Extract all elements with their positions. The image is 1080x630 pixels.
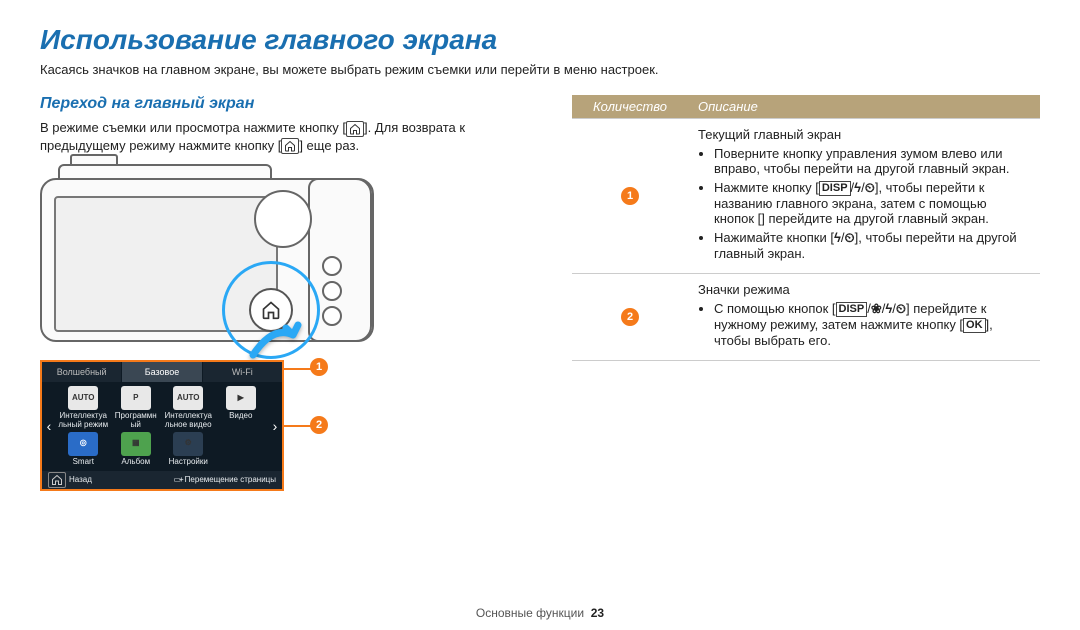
press-arrow-icon — [248, 320, 308, 360]
mode-item: ◎ Smart — [58, 432, 109, 467]
mode-label: Альбом — [121, 458, 150, 467]
tab-базовое: Базовое — [122, 362, 202, 382]
mode-label: Программн ый — [111, 412, 162, 430]
page-title: Использование главного экрана — [40, 24, 1040, 56]
key-icon: DISP — [836, 302, 868, 317]
move-page-label: Перемещение страницы — [185, 475, 276, 484]
mode-icon: AUTO — [68, 386, 98, 410]
section-body: В режиме съемки или просмотра нажмите кн… — [40, 119, 540, 154]
key-icon: ϟ — [885, 301, 892, 316]
callout-2: 2 — [310, 416, 328, 434]
key-icon: ϟ — [854, 180, 861, 195]
key-icon: ⏲ — [844, 230, 854, 246]
row-number-cell: 2 — [572, 274, 688, 361]
zoom-icon: ▭+ — [173, 475, 181, 484]
body-post: ] еще раз. — [299, 138, 359, 153]
description-table: Количество Описание 1 Текущий главный экр… — [572, 95, 1040, 361]
tab-wi-fi: Wi-Fi — [203, 362, 282, 382]
body-pre: В режиме съемки или просмотра нажмите кн… — [40, 120, 346, 135]
mode-label: Smart — [73, 458, 94, 467]
back-label: Назад — [69, 475, 92, 484]
mode-icon: AUTO — [173, 386, 203, 410]
camera-illustration — [40, 166, 380, 346]
key-icon: ϟ — [834, 230, 841, 245]
row-number-cell: 1 — [572, 119, 688, 274]
home-icon — [346, 121, 364, 137]
mode-item: ⚙ Настройки — [163, 432, 214, 467]
row-description: Текущий главный экранПоверните кнопку уп… — [688, 119, 1040, 274]
key-icon: ⏲ — [865, 180, 875, 196]
home-icon — [48, 472, 66, 488]
mode-item: P Программн ый — [111, 386, 162, 430]
mode-icon: ⚙ — [173, 432, 203, 456]
mode-screen: ВолшебныйБазовоеWi-Fi ‹ AUTO Интеллектуа … — [40, 360, 284, 490]
section-subtitle: Переход на главный экран — [40, 95, 540, 113]
mode-item: ▦ Альбом — [111, 432, 162, 467]
mode-label: Настройки — [169, 458, 208, 467]
mode-icon: ◎ — [68, 432, 98, 456]
chevron-right-icon: › — [268, 418, 282, 434]
mode-icon: P — [121, 386, 151, 410]
tab-волшебный: Волшебный — [42, 362, 122, 382]
mode-label: Интеллектуа льный режим — [58, 412, 109, 430]
mode-icon: ▦ — [121, 432, 151, 456]
mode-icon: ▶ — [226, 386, 256, 410]
mode-item: AUTO Интеллектуа льное видео — [163, 386, 214, 430]
chevron-left-icon: ‹ — [42, 418, 56, 434]
mode-item: AUTO Интеллектуа льный режим — [58, 386, 109, 430]
row-description: Значки режимаС помощью кнопок [DISP/❀/ϟ/… — [688, 274, 1040, 361]
key-icon: ⏲ — [896, 301, 906, 317]
mode-label: Видео — [229, 412, 252, 421]
col-quantity: Количество — [572, 95, 688, 119]
key-icon: OK — [963, 318, 986, 333]
mode-label: Интеллектуа льное видео — [163, 412, 214, 430]
row-number-badge: 2 — [621, 308, 639, 326]
key-icon: DISP — [819, 181, 851, 196]
row-number-badge: 1 — [621, 187, 639, 205]
mode-item: ▶ Видео — [216, 386, 267, 430]
col-description: Описание — [688, 95, 1040, 119]
intro-text: Касаясь значков на главном экране, вы мо… — [40, 62, 1040, 77]
key-icon: ❀ — [871, 301, 882, 317]
callout-1: 1 — [310, 358, 328, 376]
page-footer: Основные функции 23 — [0, 606, 1080, 620]
home-icon — [281, 138, 299, 154]
